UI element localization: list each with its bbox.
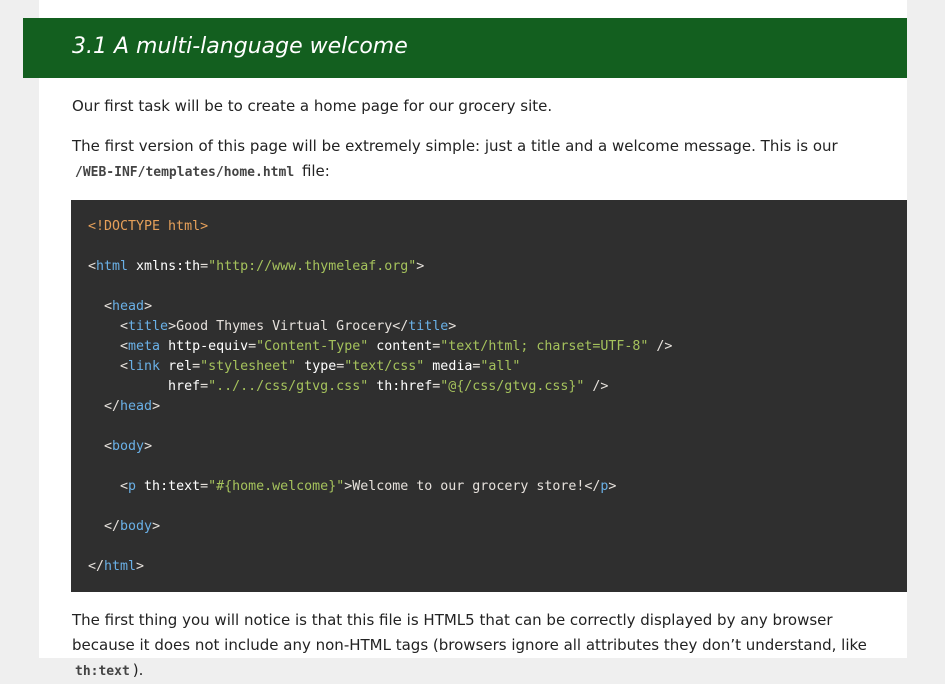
code-token: html	[104, 559, 137, 574]
code-token: "text/html; charset=UTF-8"	[440, 339, 649, 354]
code-token: type	[296, 359, 337, 374]
code-token: link	[128, 359, 161, 374]
code-token: p	[128, 479, 137, 494]
code-token: content	[368, 339, 433, 354]
code-token: =	[248, 339, 257, 354]
code-line: <!DOCTYPE html>	[88, 217, 208, 237]
code-token: "@{/css/gtvg.css}"	[440, 379, 585, 394]
code-token: Welcome to our grocery store!	[352, 479, 585, 494]
code-token: <!DOCTYPE html>	[88, 219, 209, 234]
code-token: "stylesheet"	[200, 359, 297, 374]
code-token: <	[88, 259, 97, 274]
code-token: "#{home.welcome}"	[208, 479, 345, 494]
code-line: <head>	[88, 297, 152, 317]
code-line: <title>Good Thymes Virtual Grocery</titl…	[88, 317, 456, 337]
code-token: >	[152, 519, 161, 534]
code-token: "http://www.thymeleaf.org"	[208, 259, 417, 274]
code-token: />	[584, 379, 609, 394]
code-line: </head>	[88, 397, 160, 417]
code-block: <!DOCTYPE html> <html xmlns:th="http://ww…	[71, 200, 907, 592]
html5-paragraph: The first thing you will notice is that …	[72, 608, 882, 684]
html5-paragraph-text: The first thing you will notice is that …	[72, 611, 867, 654]
code-token: body	[112, 439, 145, 454]
code-token: title	[408, 319, 449, 334]
section-header: 3.1 A multi-language welcome	[23, 18, 907, 78]
code-token: title	[128, 319, 169, 334]
code-token: </	[584, 479, 601, 494]
code-token: </	[88, 519, 121, 534]
code-token: xmlns:th	[128, 259, 201, 274]
code-token: <	[88, 339, 129, 354]
code-token: >	[608, 479, 617, 494]
code-token: html	[96, 259, 129, 274]
code-token: >	[168, 319, 177, 334]
code-token: >	[144, 299, 153, 314]
code-token: >	[136, 559, 145, 574]
code-token: </	[392, 319, 409, 334]
code-token: =	[200, 259, 209, 274]
file-paragraph: The first version of this page will be e…	[72, 134, 882, 185]
code-token: "all"	[480, 359, 521, 374]
code-token: <	[88, 479, 129, 494]
code-token: =	[200, 379, 209, 394]
intro-text: Our first task will be to create a home …	[72, 97, 553, 115]
code-token: />	[648, 339, 673, 354]
file-paragraph-text: The first version of this page will be e…	[72, 137, 838, 155]
code-line: <html xmlns:th="http://www.thymeleaf.org…	[88, 257, 424, 277]
code-token: head	[112, 299, 145, 314]
code-line: </body>	[88, 517, 160, 537]
th-text-code: th:text	[75, 664, 130, 679]
code-token: </	[88, 559, 105, 574]
code-token: >	[144, 439, 153, 454]
file-path-code: /WEB-INF/templates/home.html	[75, 165, 295, 180]
code-token: >	[448, 319, 457, 334]
code-token: th:href	[368, 379, 433, 394]
code-line: </html>	[88, 557, 144, 577]
code-token: meta	[128, 339, 161, 354]
code-token: rel	[160, 359, 193, 374]
code-token: <	[88, 359, 129, 374]
code-token: href	[88, 379, 201, 394]
html5-paragraph-tail: ).	[132, 661, 144, 679]
intro-paragraph: Our first task will be to create a home …	[72, 94, 882, 119]
code-token: >	[416, 259, 425, 274]
code-token: =	[200, 479, 209, 494]
code-token: </	[88, 399, 121, 414]
code-token: <	[88, 439, 113, 454]
code-token: Good Thymes Virtual Grocery	[176, 319, 393, 334]
code-token: "text/css"	[344, 359, 425, 374]
section-title: 3.1 A multi-language welcome	[72, 34, 408, 59]
code-line: <p th:text="#{home.welcome}" > Welcome to …	[88, 477, 616, 497]
code-line: <link rel="stylesheet" type="text/css" m…	[88, 357, 520, 377]
code-token: media	[424, 359, 473, 374]
code-token: th:text	[136, 479, 201, 494]
file-paragraph-tail: file:	[301, 162, 330, 180]
code-token: >	[152, 399, 161, 414]
code-token: body	[120, 519, 153, 534]
code-token: "../../css/gtvg.css"	[208, 379, 369, 394]
code-line: <body>	[88, 437, 152, 457]
code-token: <	[88, 299, 113, 314]
code-token: head	[120, 399, 153, 414]
code-line: <meta http-equiv="Content-Type" content=…	[88, 337, 672, 357]
code-token: <	[88, 319, 129, 334]
code-token: "Content-Type"	[256, 339, 369, 354]
code-token: =	[192, 359, 201, 374]
code-line: href="../../css/gtvg.css" th:href="@{/cs…	[88, 377, 608, 397]
code-token: http-equiv	[160, 339, 249, 354]
